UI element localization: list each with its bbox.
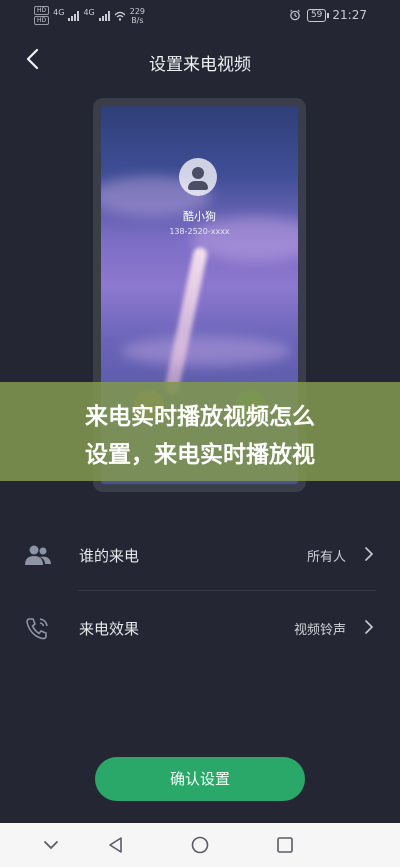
clock: 21:27 (332, 8, 367, 22)
signal-icon-2 (98, 10, 110, 21)
banner-line-2: 设置，来电实时播放视 (85, 442, 315, 468)
wifi-icon (114, 11, 126, 21)
hd-badge: HD HD (34, 6, 50, 25)
page-title: 设置来电视频 (149, 55, 251, 75)
battery-indicator: 59 (306, 8, 330, 22)
signal-icon (68, 10, 80, 21)
status-bar: HD HD 4G 4G 229 B/s 59 21:27 (0, 0, 400, 34)
alarm-icon (290, 9, 300, 21)
avatar-head (192, 167, 204, 179)
network-type: 4G (53, 7, 65, 17)
speed-value: 229 (129, 6, 146, 16)
avatar-body (188, 181, 208, 190)
settings-row-effect[interactable]: 来电效果 视频铃声 (24, 608, 376, 648)
confirm-settings-button[interactable]: 确认设置 (95, 757, 305, 801)
hd-badge-top: HD (34, 6, 50, 15)
caller-name: 酷小狗 (183, 210, 216, 223)
collapse-down-icon[interactable] (41, 835, 61, 855)
navigation-bar (0, 823, 400, 867)
row-label: 来电效果 (79, 620, 140, 638)
home-circle-icon[interactable] (190, 835, 210, 855)
row-label: 谁的来电 (79, 547, 140, 565)
chevron-right-icon (365, 547, 374, 561)
speed-unit: B/s (131, 15, 144, 25)
network-speed: 229 B/s (130, 7, 145, 25)
rocket-trail (163, 246, 209, 396)
row-value: 视频铃声 (293, 623, 346, 638)
recents-square-icon[interactable] (275, 835, 295, 855)
users-icon (25, 545, 51, 565)
phone-call-icon (26, 618, 48, 640)
status-left: HD HD 4G 4G 229 B/s (34, 6, 145, 25)
title-banner: 来电实时播放视频怎么 设置，来电实时播放视 (0, 382, 400, 481)
avatar (179, 158, 217, 196)
settings-row-caller[interactable]: 谁的来电 所有人 (24, 535, 376, 575)
status-right: 59 21:27 (289, 8, 367, 22)
cloud-shape (121, 336, 291, 366)
banner-line-1: 来电实时播放视频怎么 (85, 404, 315, 430)
caller-number: 138-2520-xxxx (169, 227, 230, 236)
back-triangle-icon[interactable] (106, 835, 126, 855)
network-type-2: 4G (83, 7, 95, 17)
header: 设置来电视频 (0, 40, 400, 80)
hd-badge-bottom: HD (34, 16, 50, 25)
chevron-right-icon (365, 620, 374, 634)
divider (78, 590, 376, 591)
row-value: 所有人 (306, 550, 346, 565)
